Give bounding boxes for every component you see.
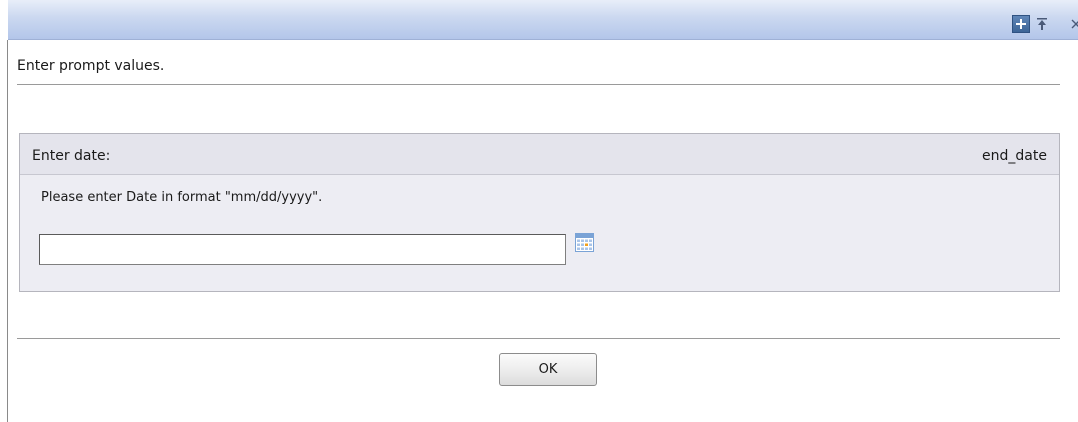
prompt-label: Enter date: xyxy=(32,148,111,164)
date-input[interactable] xyxy=(39,234,566,265)
footer-divider xyxy=(17,338,1060,339)
prompt-header: Enter date: end_date xyxy=(20,134,1059,175)
dialog-header-text: Enter prompt values. xyxy=(17,58,165,74)
prompt-instruction: Please enter Date in format "mm/dd/yyyy"… xyxy=(41,190,323,205)
header-divider xyxy=(17,84,1060,85)
date-prompt-panel: Enter date: end_date Please enter Date i… xyxy=(19,133,1060,292)
expand-icon[interactable] xyxy=(1012,15,1030,33)
pin-icon[interactable] xyxy=(1032,15,1052,33)
dialog-titlebar xyxy=(8,0,1078,40)
calendar-icon[interactable] xyxy=(575,233,594,252)
ok-button[interactable]: OK xyxy=(499,353,597,386)
dialog-left-border xyxy=(7,40,8,422)
close-icon[interactable] xyxy=(1068,15,1078,33)
prompt-parameter-name: end_date xyxy=(982,148,1047,164)
prompt-dialog: Enter prompt values. Enter date: end_dat… xyxy=(0,0,1078,422)
